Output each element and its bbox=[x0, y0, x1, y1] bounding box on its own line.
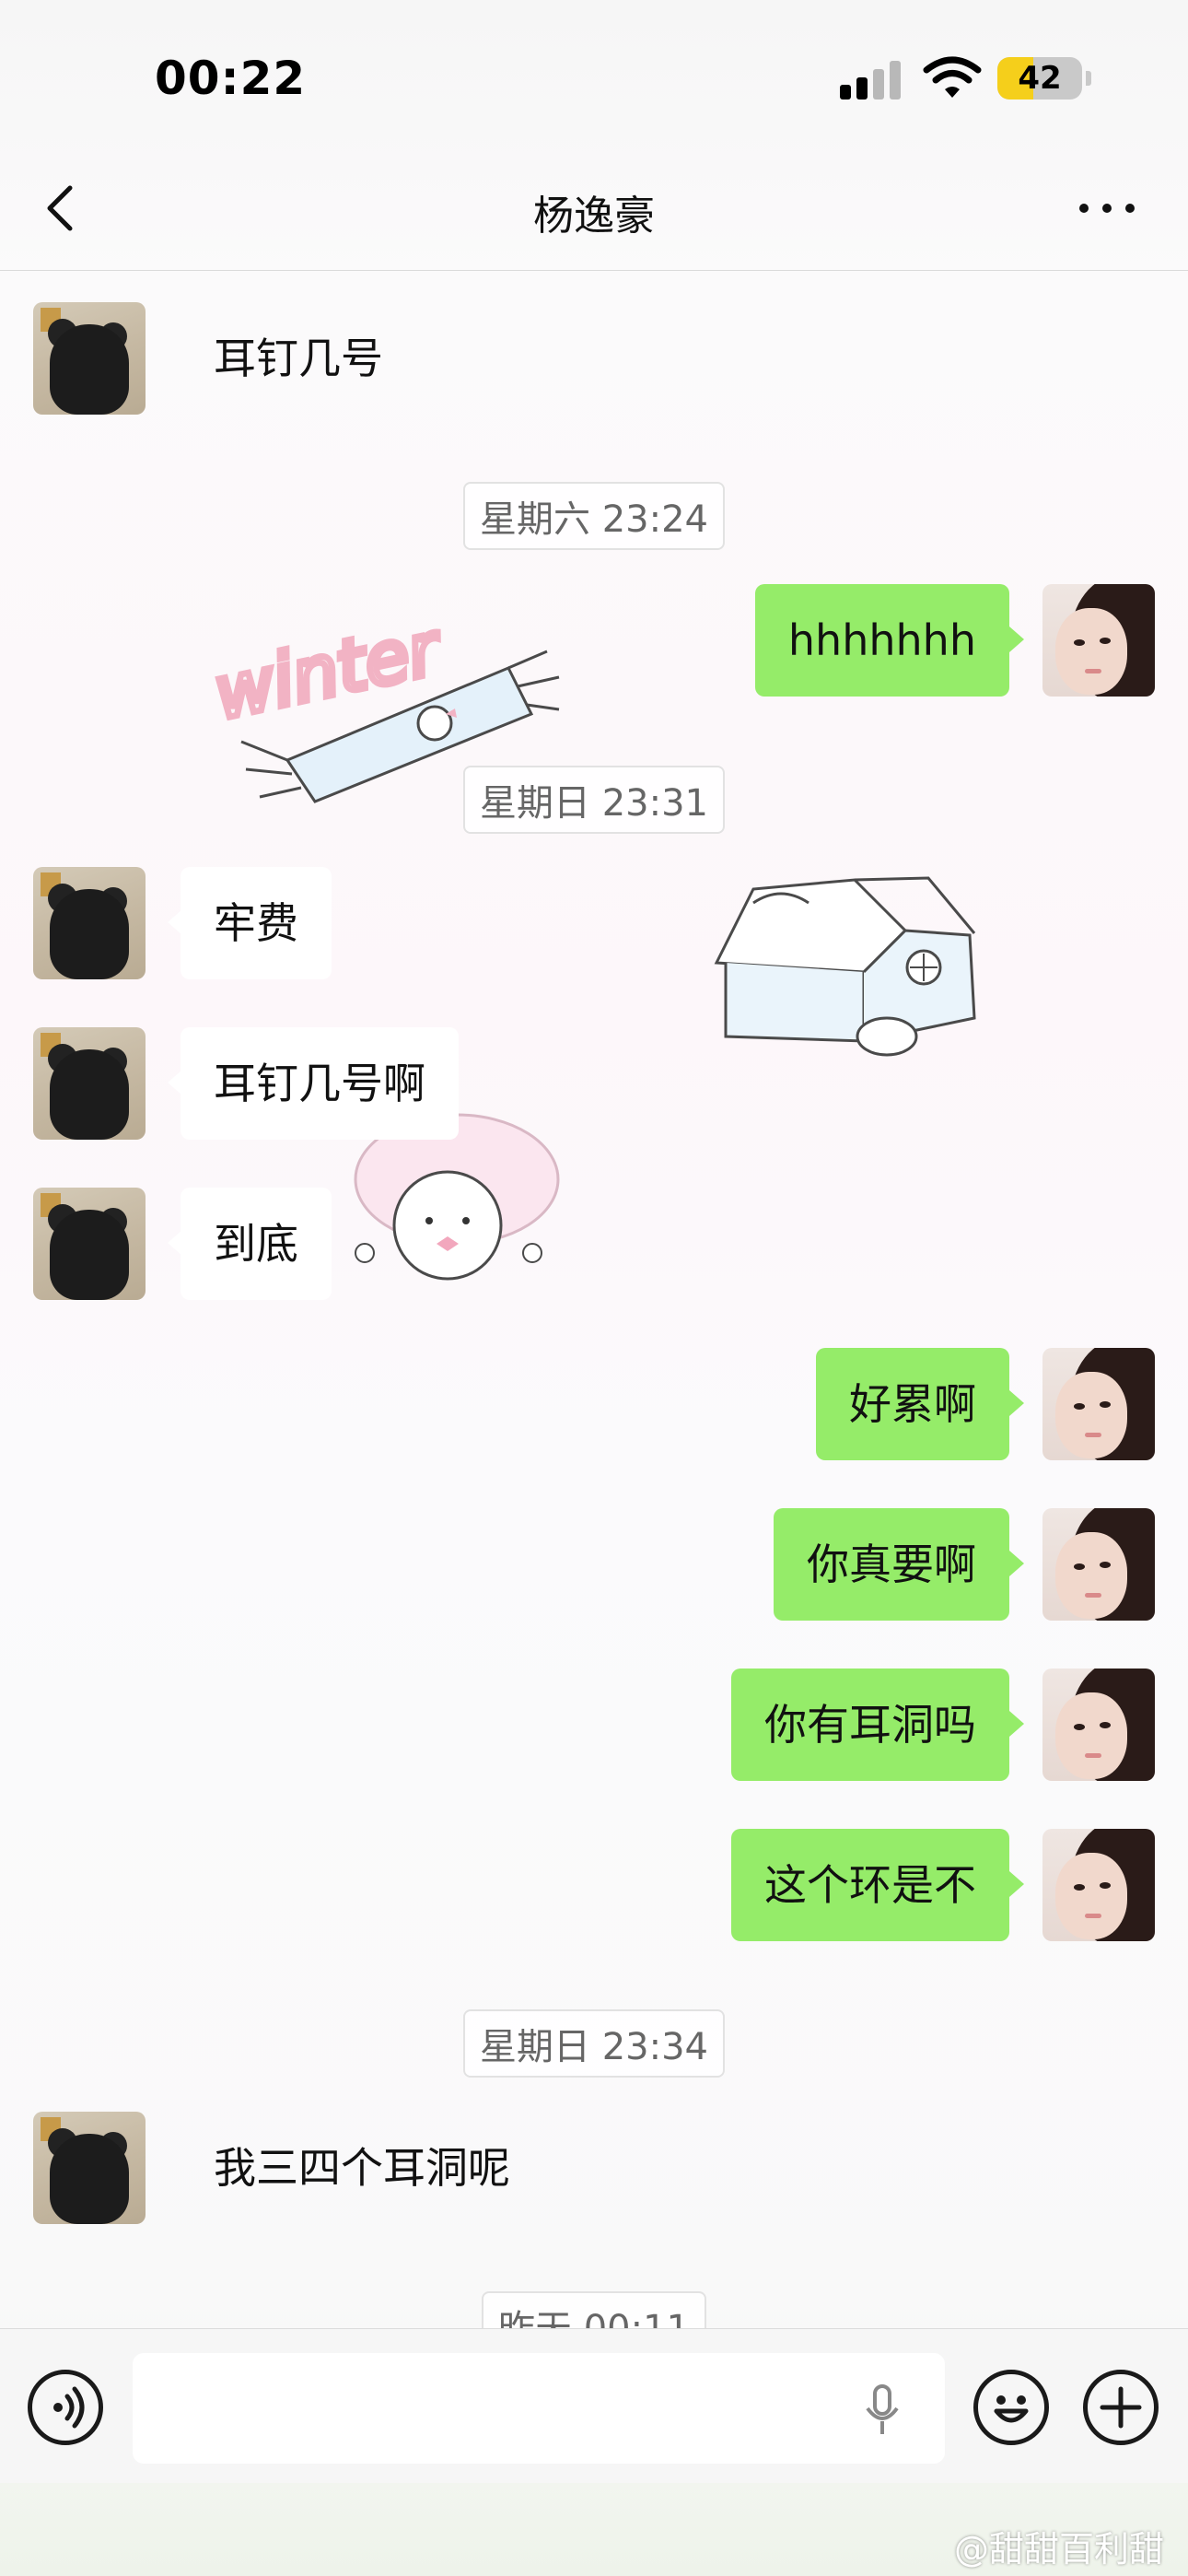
timestamp: 星期六 23:24 bbox=[0, 482, 1188, 550]
contact-avatar[interactable] bbox=[33, 867, 146, 979]
status-bar: 00:22 42 bbox=[0, 0, 1188, 157]
input-bar bbox=[0, 2328, 1188, 2483]
incoming-message[interactable]: 牢费 bbox=[168, 867, 332, 979]
message-list[interactable]: winter 耳钉几号 星期六 23:24 hhhhhhh 星期日 23:31 bbox=[0, 272, 1188, 2328]
timestamp: 星期日 23:31 bbox=[0, 766, 1188, 834]
voice-icon[interactable] bbox=[28, 2370, 103, 2445]
timestamp: 昨天 00:11 bbox=[0, 2291, 1188, 2328]
microphone-icon[interactable] bbox=[864, 2384, 901, 2436]
my-avatar[interactable] bbox=[1042, 1829, 1155, 1941]
timestamp-label: 星期六 23:24 bbox=[463, 482, 725, 550]
timestamp: 星期日 23:34 bbox=[0, 2009, 1188, 2078]
contact-avatar[interactable] bbox=[33, 1027, 146, 1140]
contact-avatar[interactable] bbox=[33, 1188, 146, 1300]
incoming-message[interactable]: 耳钉几号啊 bbox=[168, 1027, 459, 1140]
more-dots-icon[interactable] bbox=[1079, 193, 1138, 221]
watermark: @甜甜百利甜 bbox=[953, 2529, 1164, 2570]
chat-header: 杨逸豪 bbox=[0, 157, 1188, 271]
message-input[interactable] bbox=[133, 2353, 945, 2464]
outgoing-message[interactable]: hhhhhhh bbox=[754, 584, 1025, 697]
emoji-icon[interactable] bbox=[973, 2370, 1049, 2445]
chat-title: 杨逸豪 bbox=[533, 193, 655, 240]
my-avatar[interactable] bbox=[1042, 584, 1155, 697]
timestamp-label: 星期日 23:31 bbox=[463, 766, 725, 834]
incoming-message[interactable]: 我三四个耳洞呢 bbox=[181, 2112, 543, 2224]
outgoing-message[interactable]: 好累啊 bbox=[816, 1348, 1024, 1460]
contact-avatar[interactable] bbox=[33, 302, 146, 415]
incoming-message[interactable]: 耳钉几号 bbox=[181, 302, 416, 415]
battery-percentage: 42 bbox=[1018, 60, 1062, 97]
timestamp-label: 星期日 23:34 bbox=[463, 2009, 725, 2078]
wifi-icon bbox=[923, 56, 982, 98]
contact-avatar[interactable] bbox=[33, 2112, 146, 2224]
battery-icon: 42 bbox=[997, 57, 1082, 100]
signal-icon bbox=[840, 59, 904, 100]
outgoing-message[interactable]: 你真要啊 bbox=[774, 1508, 1024, 1621]
outgoing-message[interactable]: 你有耳洞吗 bbox=[731, 1669, 1024, 1781]
plus-icon[interactable] bbox=[1083, 2370, 1159, 2445]
outgoing-message[interactable]: 这个环是不 bbox=[731, 1829, 1024, 1941]
timestamp-label: 昨天 00:11 bbox=[482, 2291, 706, 2328]
my-avatar[interactable] bbox=[1042, 1669, 1155, 1781]
incoming-message[interactable]: 到底 bbox=[168, 1188, 332, 1300]
my-avatar[interactable] bbox=[1042, 1348, 1155, 1460]
snow-house-sticker bbox=[714, 876, 976, 1057]
my-avatar[interactable] bbox=[1042, 1508, 1155, 1621]
battery-tip bbox=[1086, 71, 1091, 86]
status-time: 00:22 bbox=[155, 52, 307, 105]
